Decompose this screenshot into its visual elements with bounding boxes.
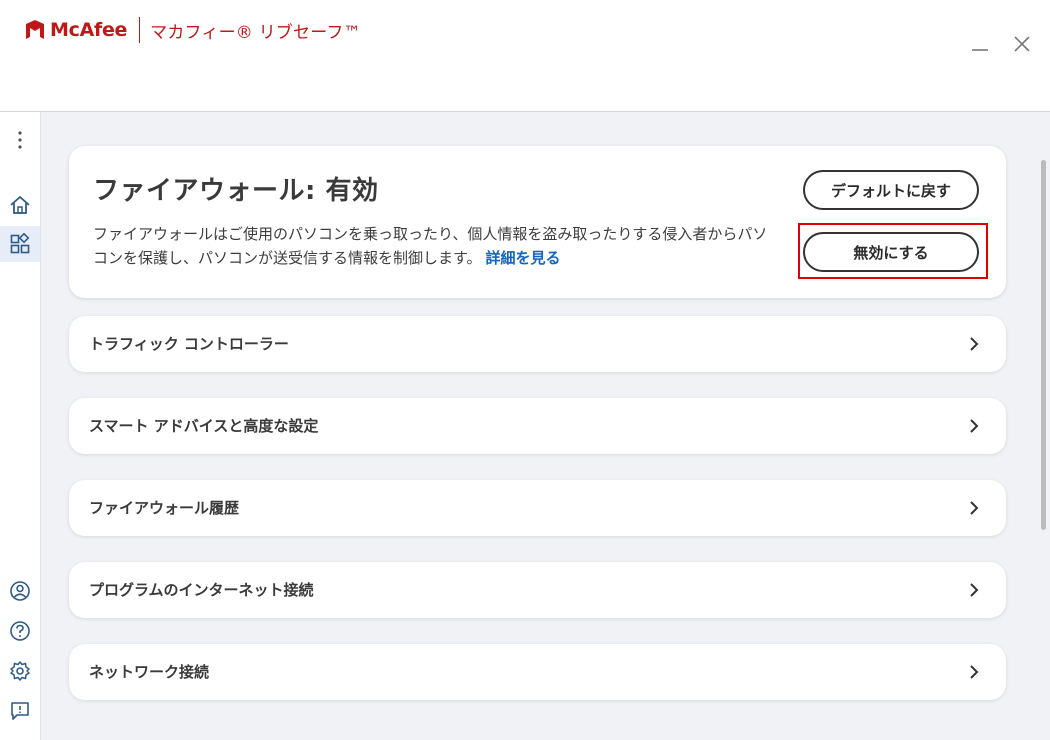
sidebar-item-account[interactable] bbox=[0, 573, 40, 609]
sidebar-item-dashboard[interactable] bbox=[0, 226, 40, 262]
more-menu-button[interactable] bbox=[0, 122, 40, 158]
dashboard-icon bbox=[10, 233, 30, 254]
close-icon bbox=[1014, 36, 1030, 52]
more-vertical-icon bbox=[18, 131, 22, 149]
row-label: スマート アドバイスと高度な設定 bbox=[89, 417, 319, 435]
chevron-right-icon bbox=[970, 419, 979, 433]
row-label: ネットワーク接続 bbox=[89, 663, 210, 681]
logo-separator bbox=[139, 17, 141, 43]
account-icon bbox=[10, 581, 30, 601]
row-program-connections[interactable]: プログラムのインターネット接続 bbox=[69, 562, 1006, 618]
settings-icon bbox=[10, 661, 30, 681]
title-bar: McAfee マカフィー® リブセーフ™ bbox=[0, 0, 1050, 112]
row-label: トラフィック コントローラー bbox=[89, 335, 289, 353]
chevron-right-icon bbox=[970, 337, 979, 351]
brand-name: McAfee bbox=[50, 19, 128, 41]
sidebar bbox=[0, 112, 41, 740]
sidebar-item-help[interactable] bbox=[0, 613, 40, 649]
chevron-right-icon bbox=[970, 501, 979, 515]
close-button[interactable] bbox=[1008, 30, 1036, 58]
vertical-scrollbar[interactable] bbox=[1041, 160, 1046, 530]
row-smart-advice[interactable]: スマート アドバイスと高度な設定 bbox=[69, 398, 1006, 454]
mcafee-logo: McAfee マカフィー® リブセーフ™ bbox=[24, 17, 361, 43]
sidebar-item-home[interactable] bbox=[0, 187, 40, 223]
firewall-status-title: ファイアウォール: 有効 bbox=[93, 176, 379, 206]
mcafee-shield-icon bbox=[26, 20, 44, 39]
firewall-description-text: ファイアウォールはご使用のパソコンを乗っ取ったり、個人情報を盗み取ったりする侵入… bbox=[93, 225, 768, 267]
row-firewall-history[interactable]: ファイアウォール履歴 bbox=[69, 480, 1006, 536]
firewall-status-card: ファイアウォール: 有効 ファイアウォールはご使用のパソコンを乗っ取ったり、個人… bbox=[69, 146, 1006, 298]
firewall-description: ファイアウォールはご使用のパソコンを乗っ取ったり、個人情報を盗み取ったりする侵入… bbox=[93, 222, 773, 270]
row-traffic-controller[interactable]: トラフィック コントローラー bbox=[69, 316, 1006, 372]
restore-default-button[interactable]: デフォルトに戻す bbox=[803, 170, 979, 210]
feedback-icon bbox=[11, 702, 29, 720]
row-label: ファイアウォール履歴 bbox=[89, 499, 240, 517]
sidebar-item-feedback[interactable] bbox=[0, 693, 40, 729]
disable-firewall-button[interactable]: 無効にする bbox=[803, 232, 979, 272]
chevron-right-icon bbox=[970, 583, 979, 597]
chevron-right-icon bbox=[970, 665, 979, 679]
product-name: マカフィー® リブセーフ™ bbox=[150, 22, 361, 43]
learn-more-link[interactable]: 詳細を見る bbox=[486, 249, 561, 267]
home-icon bbox=[10, 196, 30, 214]
help-icon bbox=[10, 621, 30, 641]
minimize-icon bbox=[972, 49, 988, 51]
row-label: プログラムのインターネット接続 bbox=[89, 581, 314, 599]
row-network-connections[interactable]: ネットワーク接続 bbox=[69, 644, 1006, 700]
sidebar-item-settings[interactable] bbox=[0, 653, 40, 689]
minimize-button[interactable] bbox=[966, 30, 994, 58]
